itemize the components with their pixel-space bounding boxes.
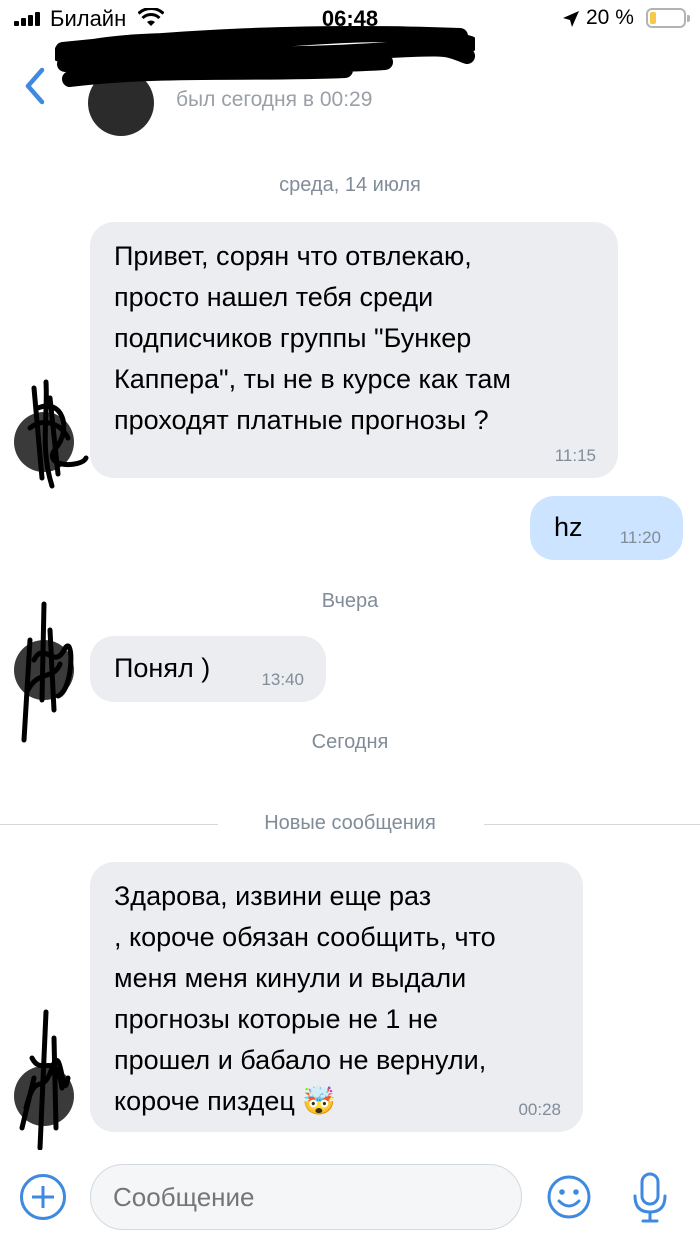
message-bubble-incoming[interactable]: Понял ) 13:40 — [90, 636, 326, 702]
chevron-left-icon[interactable] — [18, 62, 52, 110]
sender-avatar[interactable] — [14, 412, 74, 472]
status-bar: Билайн 06:48 20 % — [0, 0, 700, 44]
date-separator: среда, 14 июля — [279, 174, 421, 196]
message-input[interactable] — [90, 1164, 522, 1230]
message-text: Здарова, извини еще раз , короче обязан … — [114, 881, 496, 1116]
divider-line — [484, 824, 700, 825]
date-separator: Вчера — [321, 590, 379, 612]
message-time: 11:15 — [554, 446, 596, 465]
message-text: Привет, сорян что отвлекаю, просто нашел… — [114, 241, 511, 435]
message-bubble-incoming[interactable]: Здарова, извини еще раз , короче обязан … — [90, 862, 583, 1132]
date-separator: Сегодня — [311, 731, 389, 753]
plus-icon[interactable] — [20, 1174, 66, 1220]
message-time: 00:28 — [518, 1100, 561, 1119]
microphone-icon[interactable] — [630, 1172, 670, 1224]
battery-icon — [646, 8, 690, 28]
new-messages-divider: Новые сообщения — [0, 812, 700, 836]
battery-percent: 20 % — [586, 6, 634, 29]
location-arrow-icon — [563, 11, 579, 27]
message-bubble-incoming[interactable]: Привет, сорян что отвлекаю, просто нашел… — [90, 222, 618, 478]
sender-avatar[interactable] — [14, 640, 74, 700]
chat-avatar[interactable] — [88, 70, 154, 136]
battery-level — [650, 12, 657, 24]
message-input-bar — [0, 1150, 700, 1245]
message-bubble-outgoing[interactable]: hz 11:20 — [530, 496, 683, 560]
chat-header: был сегодня в 00:29 — [0, 25, 700, 136]
message-time: 13:40 — [261, 670, 304, 689]
last-seen-status: был сегодня в 00:29 — [176, 88, 373, 111]
sender-avatar[interactable] — [14, 1066, 74, 1126]
smiley-icon[interactable] — [546, 1174, 592, 1220]
message-time: 11:20 — [619, 528, 661, 547]
